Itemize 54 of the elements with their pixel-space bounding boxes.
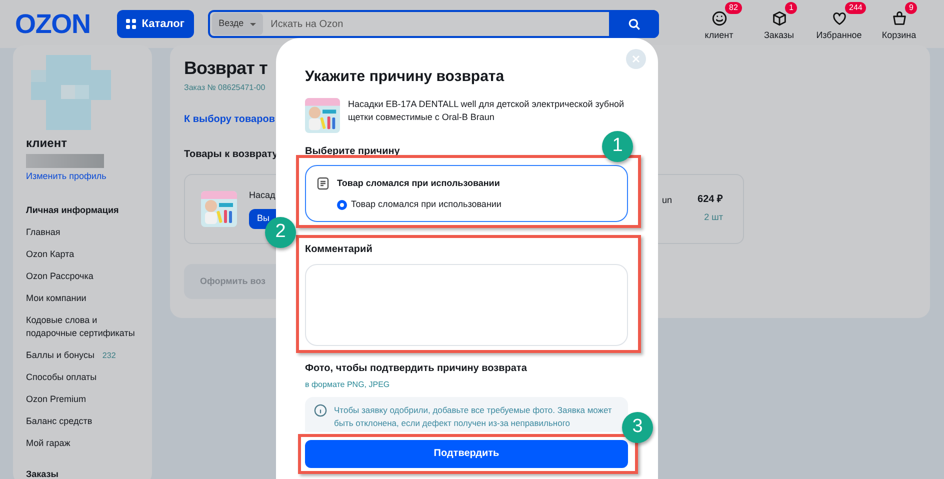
grid-icon bbox=[126, 19, 136, 29]
box-icon bbox=[770, 10, 788, 27]
reason-title: Товар сломался при использовании bbox=[337, 176, 500, 190]
section-heading: Личная информация bbox=[26, 204, 120, 217]
search-icon bbox=[628, 18, 640, 30]
count-badge: 1 bbox=[785, 2, 798, 14]
scope-dropdown[interactable]: Везде bbox=[212, 13, 263, 35]
page-title: Возврат т bbox=[184, 57, 268, 80]
field-label: Выберите причину bbox=[305, 144, 400, 158]
product-name: Насадки EB-17A DENTALL well для детской электрической зубной щетки совместимые с Oral-B Braun bbox=[348, 98, 626, 124]
search-field[interactable]: Везде Искать на Ozon bbox=[208, 10, 659, 38]
sidebar-item[interactable]: Баланс средств bbox=[26, 415, 139, 428]
sidebar-item[interactable]: Ozon Карта bbox=[26, 248, 139, 261]
sidebar-item[interactable]: Главная bbox=[26, 226, 139, 239]
info-icon bbox=[314, 404, 327, 416]
item-count: 232 bbox=[102, 350, 116, 362]
sidebar-item[interactable]: Ozon Premium bbox=[26, 393, 139, 406]
sidebar-item[interactable]: Ozon Рассрочка bbox=[26, 270, 139, 283]
logo[interactable]: OZON bbox=[15, 4, 108, 44]
edit-profile-link[interactable]: Изменить профиль bbox=[26, 170, 139, 184]
sidebar-item[interactable]: Мои компании bbox=[26, 292, 139, 305]
dialog-title: Укажите причину возврата bbox=[305, 67, 506, 87]
count-badge: 244 bbox=[845, 2, 866, 14]
close-icon bbox=[632, 55, 640, 63]
user-name: клиент bbox=[26, 135, 68, 152]
order-number: Заказ № 08625471-00 bbox=[184, 82, 266, 94]
reason-option[interactable]: Товар сломался при использовании bbox=[337, 198, 616, 212]
count-badge: 82 bbox=[725, 2, 742, 14]
count-badge: 9 bbox=[905, 2, 918, 14]
sidebar-item[interactable]: Баллы и бонусы 232 bbox=[26, 349, 139, 362]
product-name: un bbox=[662, 194, 672, 207]
confirm-button[interactable]: Подтвердить bbox=[305, 440, 628, 468]
sidebar-item[interactable]: Кодовые слова и подарочные сертификаты bbox=[26, 314, 139, 340]
field-label: Фото, чтобы подтвердить причину возврата bbox=[305, 362, 527, 376]
search-button[interactable] bbox=[609, 10, 659, 38]
section-heading: Товары к возврату bbox=[184, 148, 278, 162]
format-hint: в формате PNG, JPEG bbox=[305, 378, 390, 390]
comment-field[interactable] bbox=[305, 264, 628, 346]
radio-button[interactable] bbox=[337, 200, 347, 210]
reason-card[interactable]: Товар сломался при использовании Товар сломался при использовании bbox=[305, 164, 628, 222]
info-text: Чтобы заявку одобрили, добавьте все требуемые фото. Заявка может быть отклонена, если дефект получен из-за неправильного bbox=[334, 404, 612, 430]
back-link[interactable]: К выбору товаров bbox=[184, 112, 275, 127]
sidebar-item[interactable]: Мой гараж bbox=[26, 437, 139, 450]
document-icon bbox=[317, 176, 329, 190]
quantity: 2 шт bbox=[704, 211, 723, 224]
price: 624 ₽ bbox=[698, 193, 723, 207]
catalog-button[interactable]: Каталог bbox=[116, 10, 194, 38]
heart-icon bbox=[830, 10, 848, 27]
smile-icon bbox=[710, 10, 728, 27]
sidebar-item[interactable]: Способы оплаты bbox=[26, 371, 139, 384]
product-name: Насад bbox=[249, 189, 276, 202]
field-label: Комментарий bbox=[305, 242, 372, 256]
bag-icon bbox=[890, 10, 908, 27]
section-heading: Заказы bbox=[26, 468, 60, 479]
